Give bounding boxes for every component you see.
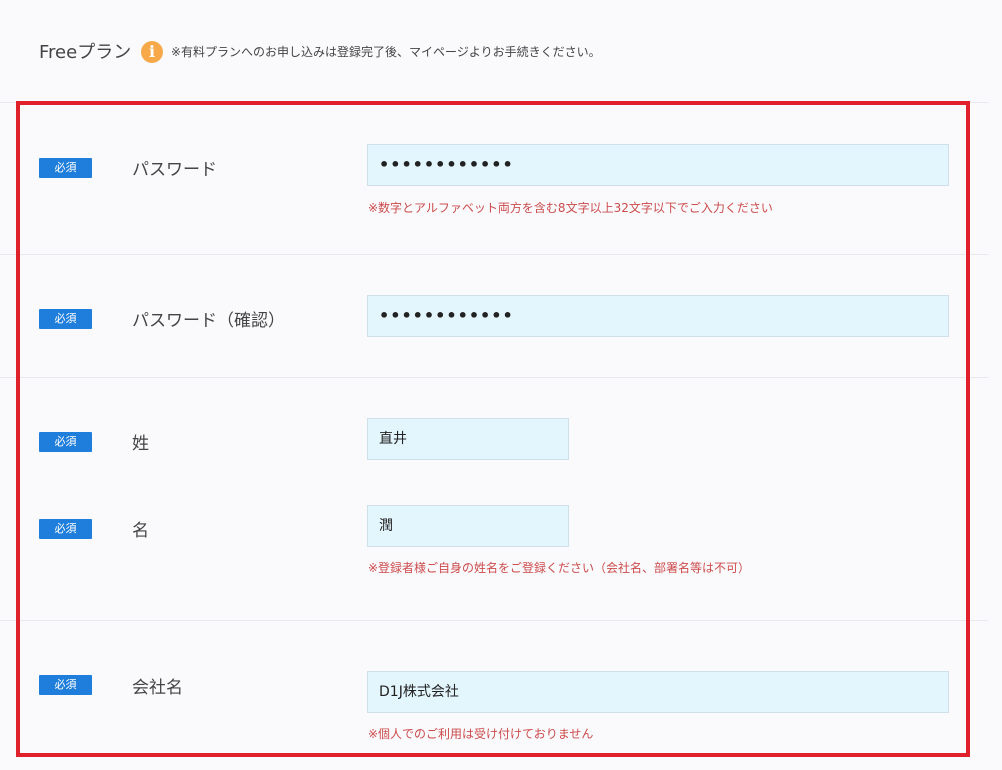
name-hint: ※登録者様ご自身の姓名をご登録ください（会社名、部署名等は不可） [368,561,751,575]
password-hint: ※数字とアルファベット両方を含む8文字以上32文字以下でご入力ください [368,201,773,215]
last-name-input[interactable]: 直井 [367,418,569,460]
plan-row: Freeプラン i ※有料プランへのお申し込みは登録完了後、マイページよりお手続… [0,0,988,102]
required-badge: 必須 [39,675,92,695]
required-badge: 必須 [39,519,92,539]
required-badge: 必須 [39,432,92,452]
divider [0,102,988,103]
plan-label: Freeプラン [39,42,132,63]
password-confirm-input[interactable]: •••••••••••• [367,295,949,337]
company-input[interactable]: D1J株式会社 [367,671,949,713]
company-label: 会社名 [132,678,183,698]
company-hint: ※個人でのご利用は受け付けておりません [368,727,594,741]
divider [0,377,988,378]
first-name-input[interactable]: 潤 [367,505,569,547]
password-input[interactable]: •••••••••••• [367,144,949,186]
divider [0,620,988,621]
first-name-label: 名 [132,521,149,541]
required-badge: 必須 [39,309,92,329]
plan-note: ※有料プランへのお申し込みは登録完了後、マイページよりお手続きください。 [171,45,601,59]
info-icon: i [141,41,163,63]
divider [0,254,988,255]
password-label: パスワード [132,160,217,180]
required-badge: 必須 [39,158,92,178]
password-confirm-label: パスワード（確認） [132,311,285,331]
last-name-label: 姓 [132,434,149,454]
